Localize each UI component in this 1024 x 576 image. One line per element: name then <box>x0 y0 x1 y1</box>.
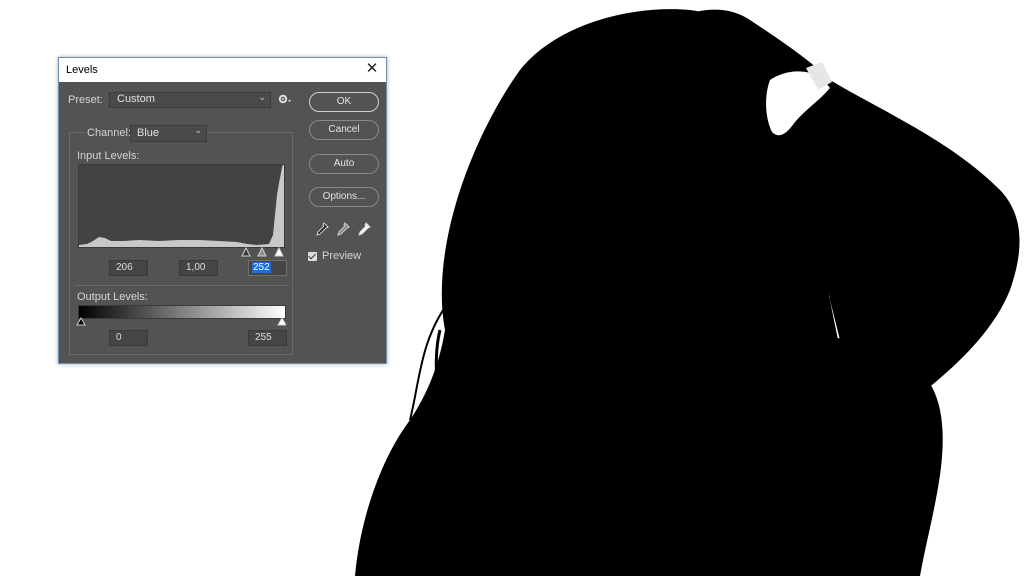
output-white-field[interactable]: 255 <box>248 330 287 346</box>
white-point-slider-handle <box>274 246 284 257</box>
output-black-slider-handle <box>76 316 86 326</box>
close-icon[interactable]: ✕ <box>364 61 380 77</box>
output-levels-slider[interactable] <box>76 316 287 327</box>
input-black-value: 206 <box>116 262 133 273</box>
gamma-slider-handle <box>257 246 267 257</box>
divider <box>74 285 289 286</box>
input-white-value: 252 <box>252 262 271 273</box>
chevron-down-icon: ⌄ <box>194 125 202 135</box>
input-gamma-field[interactable]: 1,00 <box>179 260 218 276</box>
preset-value: Custom <box>117 93 155 105</box>
black-point-slider-handle <box>241 246 251 257</box>
chevron-down-icon: ⌄ <box>258 92 266 102</box>
levels-dialog: Levels ✕ Preset: Custom ⌄ Channel: Blue … <box>58 57 387 364</box>
output-levels-label: Output Levels: <box>77 291 148 303</box>
auto-button[interactable]: Auto <box>309 154 379 174</box>
output-white-value: 255 <box>255 332 272 343</box>
gray-point-eyedropper-icon[interactable] <box>336 222 350 236</box>
photoshop-canvas: Levels ✕ Preset: Custom ⌄ Channel: Blue … <box>0 0 1024 576</box>
gear-icon[interactable] <box>278 93 292 105</box>
preset-dropdown[interactable]: Custom ⌄ <box>109 92 271 108</box>
preview-label: Preview <box>322 250 362 262</box>
options-button[interactable]: Options... <box>309 187 379 207</box>
preview-checkbox[interactable] <box>308 252 317 261</box>
channel-label: Channel: <box>84 127 135 139</box>
input-white-field[interactable]: 252 <box>248 260 287 276</box>
cancel-button[interactable]: Cancel <box>309 120 379 140</box>
channel-dropdown[interactable]: Blue ⌄ <box>130 125 207 142</box>
input-black-field[interactable]: 206 <box>109 260 148 276</box>
dialog-titlebar[interactable]: Levels ✕ <box>59 58 386 82</box>
input-levels-label: Input Levels: <box>77 150 140 162</box>
black-point-eyedropper-icon[interactable] <box>315 222 329 236</box>
white-point-eyedropper-icon[interactable] <box>357 222 371 236</box>
input-levels-slider[interactable] <box>78 246 285 258</box>
histogram <box>78 164 285 248</box>
preset-label: Preset: <box>68 94 103 106</box>
input-gamma-value: 1,00 <box>186 262 206 273</box>
channel-value: Blue <box>137 127 160 139</box>
output-black-field[interactable]: 0 <box>109 330 148 346</box>
dialog-title: Levels <box>66 64 98 76</box>
ok-button[interactable]: OK <box>309 92 379 112</box>
output-white-slider-handle <box>277 316 287 326</box>
histogram-graph <box>79 165 284 247</box>
output-black-value: 0 <box>116 332 122 343</box>
